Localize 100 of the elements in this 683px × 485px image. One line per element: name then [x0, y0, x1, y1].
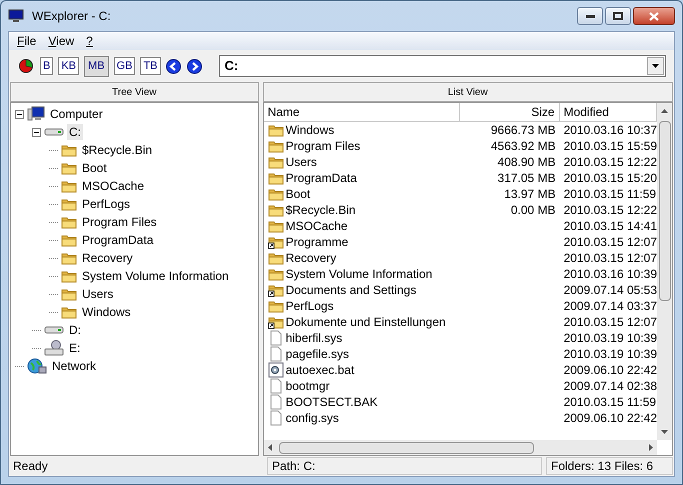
- folder-icon: [268, 267, 284, 281]
- folder-icon: [61, 305, 77, 319]
- folder-icon: [268, 299, 284, 313]
- file-name[interactable]: Boot: [286, 185, 310, 203]
- file-size: 4563.92 MB: [490, 139, 556, 153]
- folder-icon: [61, 215, 77, 229]
- tree-item[interactable]: Users: [80, 286, 116, 302]
- modified-date: 2010.03.15 11:59: [564, 395, 656, 409]
- folder-icon: [61, 197, 77, 211]
- dropdown-button[interactable]: [647, 57, 664, 75]
- globe-icon: [27, 358, 47, 374]
- modified-date: 2010.03.16 10:37: [564, 123, 657, 137]
- unit-button[interactable]: MB: [84, 56, 109, 76]
- file-name[interactable]: bootmgr: [286, 377, 330, 395]
- collapse-toggle[interactable]: [32, 128, 41, 136]
- document-icon: [268, 394, 284, 410]
- tree-item[interactable]: MSOCache: [80, 178, 146, 194]
- chart-button[interactable]: [17, 57, 35, 75]
- collapse-toggle[interactable]: [15, 110, 24, 118]
- unit-button[interactable]: GB: [114, 57, 136, 75]
- tree-item[interactable]: PerfLogs: [80, 196, 132, 212]
- modified-date: 2010.03.15 15:59: [564, 139, 657, 153]
- file-name[interactable]: MSOCache: [286, 217, 348, 235]
- back-button[interactable]: [166, 58, 182, 74]
- unit-button[interactable]: B: [40, 57, 54, 75]
- tree-item[interactable]: Boot: [80, 160, 109, 176]
- pie-chart-icon: [19, 59, 33, 73]
- tree-item[interactable]: System Volume Information: [80, 268, 231, 284]
- unit-button[interactable]: KB: [58, 57, 80, 75]
- folder-icon: [61, 179, 77, 193]
- tree-item[interactable]: D:: [67, 322, 83, 338]
- tree-item[interactable]: E:: [67, 340, 82, 356]
- monitor-icon: [8, 9, 24, 23]
- modified-date: 2010.03.15 12:07: [564, 315, 657, 329]
- menu-item[interactable]: View: [42, 33, 80, 49]
- file-size: 317.05 MB: [498, 171, 556, 185]
- tree-item[interactable]: Program Files: [80, 214, 159, 230]
- tree-item[interactable]: ProgramData: [80, 232, 156, 248]
- folder-icon: [61, 161, 77, 175]
- modified-date: 2009.06.10 22:42: [564, 411, 657, 425]
- scroll-thumb[interactable]: [658, 121, 670, 301]
- forward-button[interactable]: [186, 58, 202, 74]
- file-name[interactable]: Recovery: [286, 249, 336, 267]
- file-name[interactable]: config.sys: [286, 409, 339, 427]
- file-name[interactable]: Program Files: [286, 137, 360, 155]
- tree-item[interactable]: Windows: [80, 304, 133, 320]
- status-counts: Folders: 13 Files: 6: [546, 457, 673, 475]
- column-header[interactable]: Size: [460, 103, 560, 121]
- file-name[interactable]: $Recycle.Bin: [286, 201, 356, 219]
- modified-date: 2010.03.15 11:59: [564, 187, 656, 201]
- folder-icon: [61, 287, 77, 301]
- unit-button[interactable]: TB: [140, 57, 160, 75]
- path-combo[interactable]: C:: [218, 55, 666, 77]
- file-name[interactable]: Windows: [286, 121, 334, 139]
- folder-icon: [268, 139, 284, 153]
- file-name[interactable]: Dokumente und Einstellungen: [286, 313, 446, 331]
- file-name[interactable]: Programme: [286, 233, 348, 251]
- folder-icon: [268, 187, 284, 201]
- folder-shortcut-icon: [268, 315, 284, 329]
- close-icon: [649, 12, 659, 20]
- file-size: 0.00 MB: [510, 203, 556, 217]
- tree-item[interactable]: $Recycle.Bin: [80, 142, 154, 158]
- menu-item[interactable]: File: [11, 33, 42, 49]
- close-button[interactable]: [633, 7, 675, 25]
- folder-shortcut-icon: [268, 283, 284, 297]
- document-icon: [268, 410, 284, 426]
- menu-item[interactable]: ?: [80, 33, 99, 49]
- modified-date: 2009.07.14 02:38: [564, 379, 657, 393]
- vertical-scrollbar[interactable]: [657, 103, 672, 440]
- file-name[interactable]: PerfLogs: [286, 297, 334, 315]
- file-name[interactable]: pagefile.sys: [286, 345, 349, 363]
- file-name[interactable]: Documents and Settings: [286, 281, 416, 299]
- file-size: 13.97 MB: [504, 187, 556, 201]
- file-name[interactable]: autoexec.bat: [286, 361, 354, 379]
- tree-item[interactable]: Network: [50, 358, 98, 374]
- document-icon: [268, 330, 284, 346]
- tree-item[interactable]: Recovery: [80, 250, 135, 266]
- scroll-thumb[interactable]: [278, 442, 534, 454]
- file-name[interactable]: BOOTSECT.BAK: [286, 393, 378, 411]
- window-title: WExplorer - C:: [32, 8, 111, 25]
- caret-icon: [652, 64, 659, 68]
- file-size: 9666.73 MB: [490, 123, 556, 137]
- folder-icon: [61, 143, 77, 157]
- minimize-button[interactable]: [577, 7, 603, 25]
- computer-icon: [27, 106, 45, 122]
- drive-icon: [44, 127, 64, 137]
- horizontal-scrollbar[interactable]: [264, 440, 657, 455]
- file-name[interactable]: Users: [286, 153, 317, 171]
- file-name[interactable]: System Volume Information: [286, 265, 432, 283]
- modified-date: 2009.07.14 03:37: [564, 299, 657, 313]
- pane-header: Tree View: [10, 82, 259, 102]
- file-name[interactable]: ProgramData: [286, 169, 357, 187]
- file-name[interactable]: hiberfil.sys: [286, 329, 342, 347]
- tree-item[interactable]: Computer: [48, 106, 105, 122]
- minus-icon: [34, 130, 39, 134]
- tree-item[interactable]: C:: [67, 124, 83, 140]
- folder-icon: [268, 155, 284, 169]
- column-header[interactable]: Modified: [560, 103, 657, 121]
- folder-icon: [268, 171, 284, 185]
- maximize-button[interactable]: [605, 7, 631, 25]
